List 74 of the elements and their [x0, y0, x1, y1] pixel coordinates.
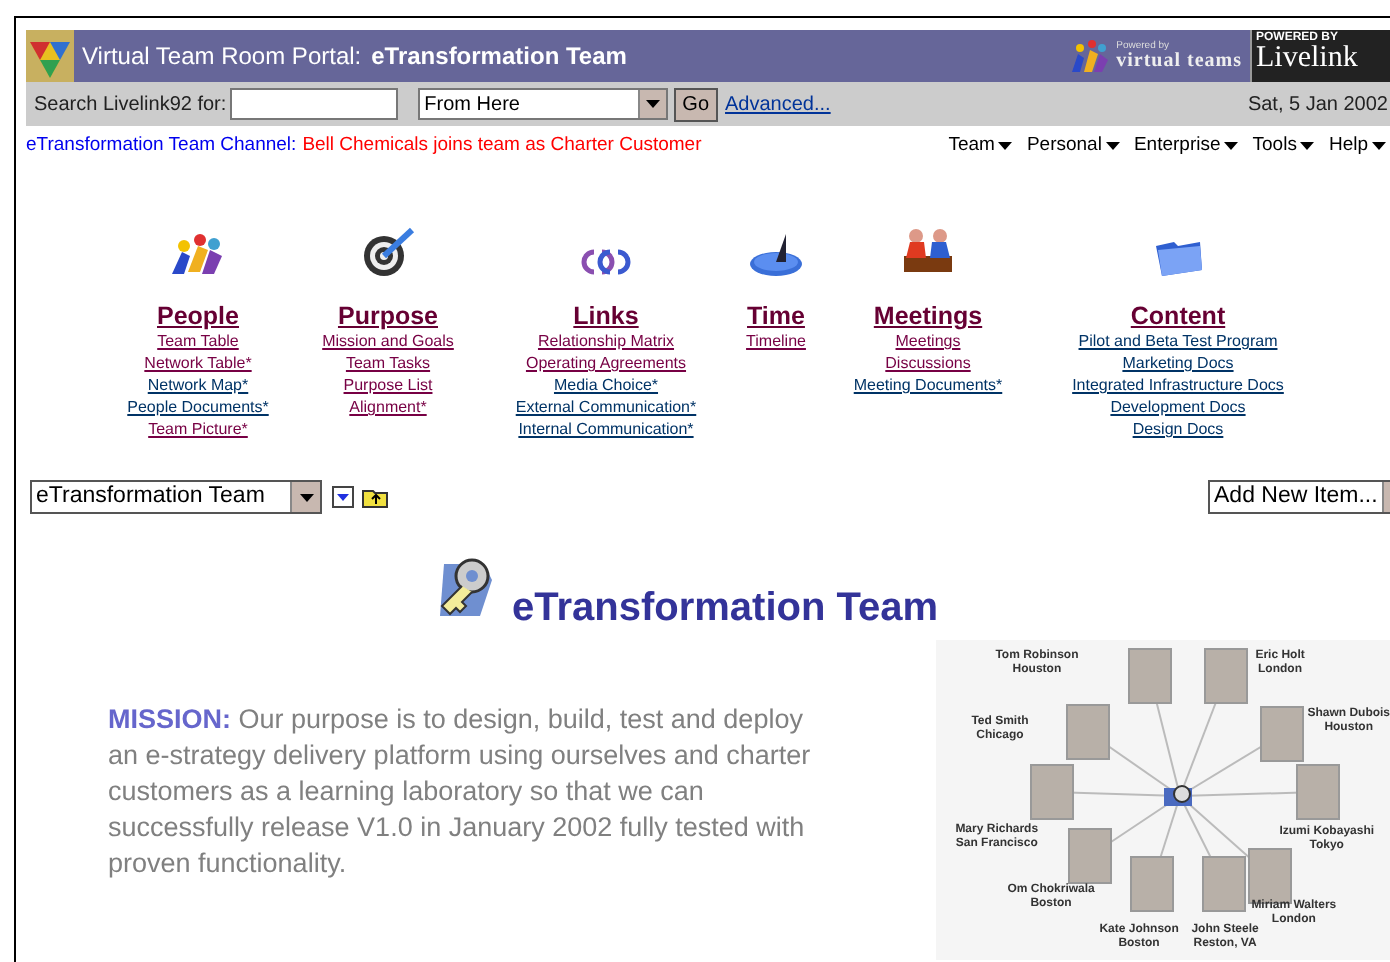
photo-placeholder — [1065, 704, 1110, 760]
category-link[interactable]: Development Docs — [1110, 396, 1246, 418]
photo-placeholder — [1067, 828, 1112, 884]
sundial-icon — [748, 230, 804, 278]
caret-icon — [998, 142, 1013, 150]
caret-icon — [1300, 142, 1315, 150]
people-logo-icon — [1070, 38, 1111, 74]
channel-label: eTransformation Team Channel: — [26, 131, 297, 160]
team-heading: eTransformation Team — [512, 584, 939, 632]
menu-item[interactable]: Enterprise — [1133, 131, 1239, 161]
category-link[interactable]: Purpose List — [343, 374, 433, 396]
photo-placeholder — [1201, 856, 1246, 912]
category-heading[interactable]: People — [157, 302, 239, 330]
category-link[interactable]: Team Picture* — [148, 418, 248, 440]
caret-icon — [1105, 142, 1120, 150]
category-link[interactable]: Team Tasks — [345, 352, 431, 374]
menu-item[interactable]: Team — [948, 131, 1013, 161]
category-link[interactable]: Timeline — [746, 330, 806, 352]
meeting-people-icon — [900, 226, 956, 278]
menu-item[interactable]: Personal — [1026, 131, 1120, 161]
category-link[interactable]: Team Table — [157, 330, 239, 352]
category-heading[interactable]: Time — [747, 302, 805, 330]
virtual-teams-logo: virtual teams — [1116, 51, 1242, 71]
photo-placeholder — [1259, 706, 1304, 762]
triangle-logo-icon — [26, 30, 74, 82]
category-link[interactable]: Alignment* — [349, 396, 427, 418]
category-link[interactable]: Media Choice* — [553, 374, 659, 396]
date-text: Sat, 5 Jan 2002 — [1247, 91, 1390, 119]
folder-icon — [1152, 238, 1204, 278]
category-link[interactable]: Operating Agreements — [525, 352, 687, 374]
hub-icon — [1161, 782, 1198, 810]
people-group-icon — [168, 230, 228, 278]
category-link[interactable]: Marketing Docs — [1122, 352, 1234, 374]
caret-icon — [1224, 142, 1239, 150]
category-link[interactable]: People Documents* — [127, 396, 269, 418]
go-button[interactable]: Go — [674, 87, 718, 121]
category-heading[interactable]: Links — [573, 302, 639, 330]
search-field[interactable] — [230, 88, 399, 120]
category-link[interactable]: Mission and Goals — [322, 330, 454, 352]
menu-item[interactable]: Help — [1328, 131, 1386, 161]
target-dart-icon — [360, 226, 416, 278]
team-title: eTransformation Team — [371, 40, 627, 74]
scope-dropdown[interactable]: From Here — [418, 88, 669, 120]
search-label: Search Livelink92 for: — [34, 91, 227, 119]
category-link[interactable]: Discussions — [885, 352, 971, 374]
add-item-dropdown[interactable]: Add New Item... — [1208, 480, 1390, 514]
dropdown-menu-icon[interactable] — [332, 486, 354, 508]
photo-placeholder — [1127, 648, 1172, 704]
portal-title: Virtual Team Room Portal: — [82, 40, 362, 74]
category-link[interactable]: External Communication* — [515, 396, 697, 418]
photo-placeholder — [1203, 648, 1248, 704]
category-heading[interactable]: Purpose — [337, 302, 438, 330]
category-link[interactable]: Network Table* — [144, 352, 252, 374]
channel-message: Bell Chemicals joins team as Charter Customer — [302, 131, 702, 160]
category-link[interactable]: Meeting Documents* — [853, 374, 1003, 396]
mission-statement: MISSION: Our purpose is to design, build, test and deploy an e-strategy delivery platform using ourselves and charter customers as a learning laboratory so that we can successfully release V1.0 in January 2002 fully tested with proven functionality. — [108, 702, 813, 882]
category-heading[interactable]: Content — [1130, 302, 1226, 330]
location-dropdown[interactable]: eTransformation Team — [30, 480, 322, 514]
livelink-logo: Livelink — [1256, 44, 1360, 74]
category-link[interactable]: Internal Communication* — [518, 418, 694, 440]
category-link[interactable]: Pilot and Beta Test Program — [1078, 330, 1278, 352]
folder-up-icon[interactable] — [362, 486, 390, 508]
category-heading[interactable]: Meetings — [873, 302, 983, 330]
caret-icon — [1372, 142, 1386, 150]
category-link[interactable]: Design Docs — [1132, 418, 1224, 440]
category-link[interactable]: Network Map* — [147, 374, 249, 396]
photo-placeholder — [1295, 764, 1340, 820]
photo-placeholder — [1029, 764, 1074, 820]
photo-placeholder — [1129, 856, 1174, 912]
category-link[interactable]: Meetings — [895, 330, 961, 352]
menu-item[interactable]: Tools — [1252, 131, 1315, 161]
category-link[interactable]: Integrated Infrastructure Docs — [1072, 374, 1284, 396]
advanced-link[interactable]: Advanced... — [725, 89, 831, 119]
category-link[interactable]: Relationship Matrix — [537, 330, 675, 352]
